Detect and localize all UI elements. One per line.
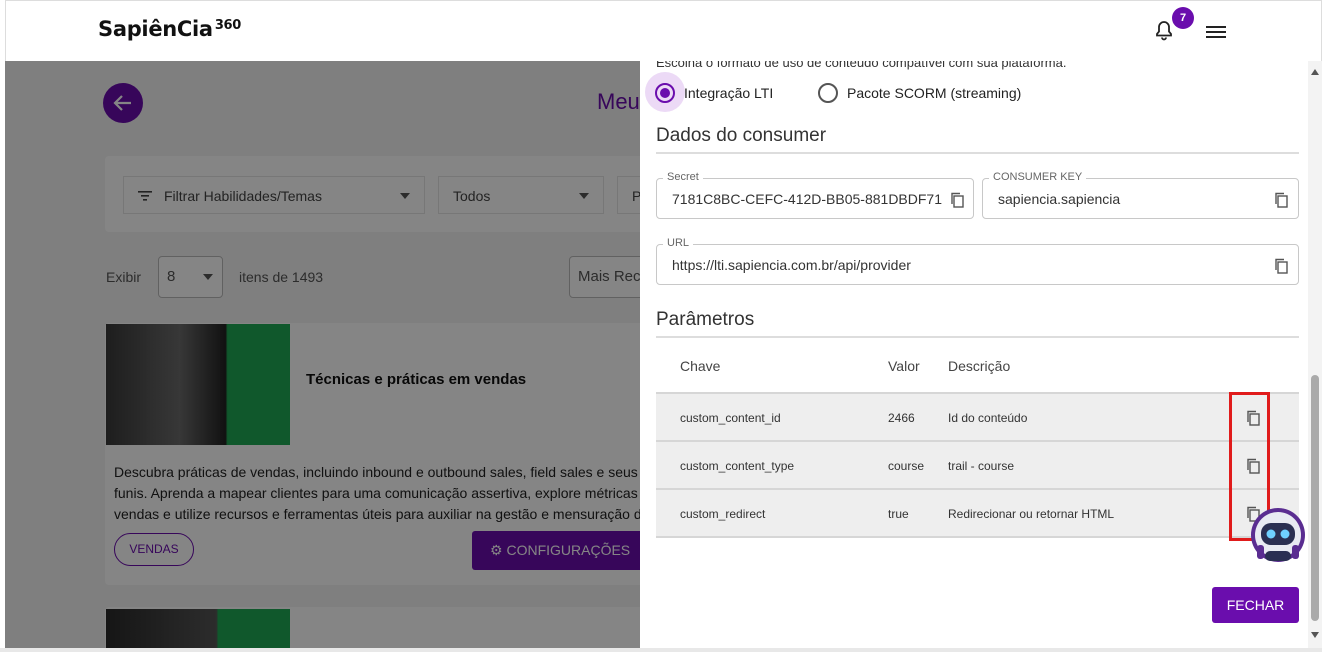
url-field[interactable]: URL https://lti.sapiencia.com.br/api/pro… [656, 237, 1299, 285]
copy-icon[interactable] [1273, 192, 1289, 208]
param-description: Id do conteúdo [948, 411, 1028, 425]
column-header-key: Chave [680, 358, 721, 374]
content-format-panel: Escolha o formato de uso de conteúdo com… [640, 61, 1308, 648]
option-scorm-label: Pacote SCORM (streaming) [847, 85, 1022, 101]
scroll-up-arrow-icon[interactable] [1311, 69, 1319, 75]
close-button[interactable]: FECHAR [1212, 587, 1299, 623]
top-bar: SapiênCia 360 7 [5, 0, 1322, 61]
param-description: Redirecionar ou retornar HTML [948, 507, 1115, 521]
param-key: custom_content_id [680, 411, 781, 425]
url-label: URL [663, 237, 694, 249]
consumer-section-title: Dados do consumer [656, 125, 827, 146]
option-lti[interactable]: Integração LTI [655, 80, 773, 106]
scroll-down-arrow-icon[interactable] [1311, 632, 1319, 638]
section-divider [656, 336, 1299, 338]
table-row: custom_content_type course trail - cours… [656, 440, 1299, 488]
section-divider [656, 152, 1299, 154]
radio-selected-icon[interactable] [655, 83, 675, 103]
logo-suffix: 360 [214, 18, 242, 33]
table-row: custom_content_id 2466 Id do conteúdo [656, 392, 1299, 440]
logo-text: SapiênCia [98, 17, 213, 41]
copy-icon[interactable] [949, 192, 965, 208]
option-lti-label: Integração LTI [684, 85, 774, 101]
parameters-section-title: Parâmetros [656, 309, 755, 330]
param-key: custom_content_type [680, 459, 795, 473]
window-bottom-edge [0, 648, 1322, 652]
logo[interactable]: SapiênCia 360 [98, 17, 241, 41]
param-value: 2466 [888, 411, 915, 425]
radio-unselected-icon[interactable] [818, 83, 838, 103]
scrollbar-thumb[interactable] [1311, 375, 1319, 621]
secret-field[interactable]: Secret 7181C8BC-CEFC-412D-BB05-881DBDF71 [656, 171, 974, 219]
hamburger-menu-icon[interactable] [1205, 23, 1227, 41]
consumer-key-field[interactable]: CONSUMER KEY sapiencia.sapiencia [982, 171, 1299, 219]
param-value: true [888, 507, 909, 521]
format-instruction: Escolha o formato de uso de conteúdo com… [656, 61, 1067, 70]
url-value: https://lti.sapiencia.com.br/api/provide… [672, 257, 911, 273]
notification-badge: 7 [1172, 7, 1194, 29]
copy-icon[interactable] [1273, 258, 1289, 274]
option-scorm[interactable]: Pacote SCORM (streaming) [818, 80, 1021, 106]
column-header-description: Descrição [948, 358, 1011, 374]
column-header-value: Valor [888, 358, 920, 374]
panel-scrollbar[interactable] [1308, 61, 1322, 648]
chat-assistant-robot-icon[interactable] [1249, 505, 1307, 569]
param-description: trail - course [948, 459, 1015, 473]
secret-label: Secret [663, 171, 703, 183]
param-value: course [888, 459, 925, 473]
consumer-key-value: sapiencia.sapiencia [998, 191, 1121, 207]
param-key: custom_redirect [680, 507, 766, 521]
modal-backdrop[interactable] [5, 61, 640, 648]
consumer-key-label: CONSUMER KEY [989, 171, 1087, 183]
secret-value: 7181C8BC-CEFC-412D-BB05-881DBDF71 [672, 191, 943, 207]
table-row: custom_redirect true Redirecionar ou ret… [656, 488, 1299, 538]
